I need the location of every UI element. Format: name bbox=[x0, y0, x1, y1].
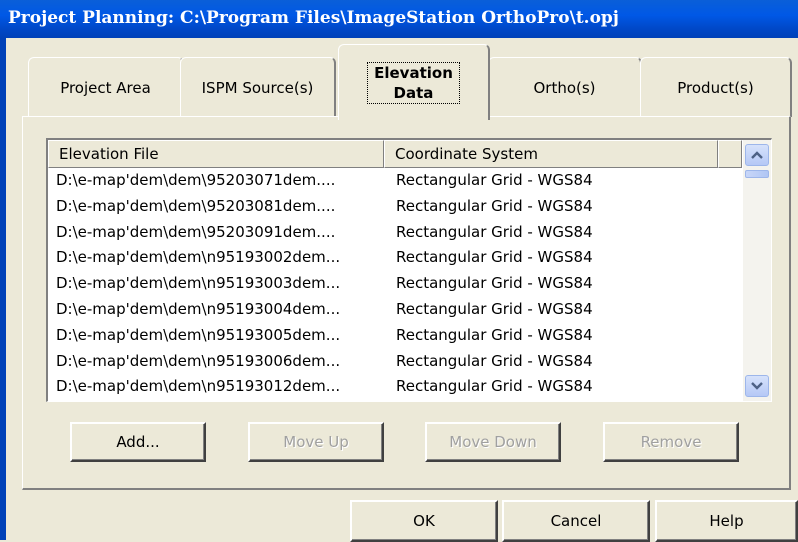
elevation-file-cell: D:\e-map'dem\dem\n95193003dem... bbox=[56, 274, 341, 293]
coordinate-system-cell: Rectangular Grid - WGS84 bbox=[396, 351, 593, 370]
elevation-file-list[interactable]: Elevation File Coordinate System D:\e-ma… bbox=[46, 138, 772, 402]
window-title: Project Planning: C:\Program Files\Image… bbox=[8, 8, 619, 28]
column-header-elevation-file[interactable]: Elevation File bbox=[48, 140, 384, 168]
coordinate-system-cell: Rectangular Grid - WGS84 bbox=[396, 171, 593, 189]
elevation-file-cell: D:\e-map'dem\dem\n95193005dem... bbox=[56, 325, 341, 344]
column-header-filler bbox=[718, 140, 742, 168]
elevation-file-cell: D:\e-map'dem\dem\n95193004dem... bbox=[56, 299, 341, 318]
elevation-file-cell: D:\e-map'dem\dem\n95193006dem... bbox=[56, 351, 341, 370]
tab-project-area[interactable]: Project Area bbox=[28, 57, 184, 117]
vertical-scrollbar[interactable] bbox=[743, 140, 771, 401]
coordinate-system-cell: Rectangular Grid - WGS84 bbox=[396, 325, 593, 344]
add-button[interactable]: Add... bbox=[70, 422, 206, 462]
help-button[interactable]: Help bbox=[655, 500, 798, 542]
elevation-file-cell: D:\e-map'dem\dem\n95193002dem... bbox=[56, 248, 341, 267]
window-frame-left bbox=[0, 38, 6, 540]
table-row[interactable]: D:\e-map'dem\dem\n95193003dem... Rectang… bbox=[48, 271, 742, 297]
tab-products[interactable]: Product(s) bbox=[640, 57, 792, 117]
move-up-button[interactable]: Move Up bbox=[248, 422, 384, 462]
coordinate-system-cell: Rectangular Grid - WGS84 bbox=[396, 222, 593, 241]
list-rows: D:\e-map'dem\dem\95203071dem.... Rectang… bbox=[48, 168, 742, 400]
move-down-button[interactable]: Move Down bbox=[425, 422, 561, 462]
coordinate-system-cell: Rectangular Grid - WGS84 bbox=[396, 274, 593, 293]
elevation-file-cell: D:\e-map'dem\dem\95203091dem.... bbox=[56, 222, 336, 241]
tab-label: Project Area bbox=[60, 78, 151, 97]
elevation-file-cell: D:\e-map'dem\dem\95203071dem.... bbox=[56, 171, 336, 189]
table-row[interactable]: D:\e-map'dem\dem\n95193004dem... Rectang… bbox=[48, 297, 742, 323]
table-row[interactable]: D:\e-map'dem\dem\n95193012dem... Rectang… bbox=[48, 374, 742, 400]
chevron-up-icon bbox=[751, 151, 763, 159]
scroll-down-button[interactable] bbox=[745, 375, 769, 397]
ok-button[interactable]: OK bbox=[350, 500, 498, 542]
title-bar[interactable]: Project Planning: C:\Program Files\Image… bbox=[0, 0, 798, 38]
remove-button[interactable]: Remove bbox=[603, 422, 739, 462]
table-row[interactable]: D:\e-map'dem\dem\n95193006dem... Rectang… bbox=[48, 349, 742, 375]
coordinate-system-cell: Rectangular Grid - WGS84 bbox=[396, 248, 593, 267]
dialog-window: Project Planning: C:\Program Files\Image… bbox=[0, 0, 798, 542]
tab-label: Product(s) bbox=[677, 78, 754, 97]
tab-label: Ortho(s) bbox=[533, 78, 596, 97]
elevation-file-cell: D:\e-map'dem\dem\n95193012dem... bbox=[56, 377, 341, 396]
cancel-button[interactable]: Cancel bbox=[502, 500, 650, 542]
tab-elevation-data[interactable]: Elevation Data bbox=[338, 44, 490, 120]
table-row[interactable]: D:\e-map'dem\dem\95203091dem.... Rectang… bbox=[48, 220, 742, 246]
table-row[interactable]: D:\e-map'dem\dem\95203071dem.... Rectang… bbox=[48, 168, 742, 194]
elevation-file-cell: D:\e-map'dem\dem\95203081dem.... bbox=[56, 196, 336, 215]
tab-label-line1: Elevation bbox=[374, 63, 453, 82]
tab-label-line2: Data bbox=[393, 83, 434, 102]
table-row[interactable]: D:\e-map'dem\dem\n95193002dem... Rectang… bbox=[48, 245, 742, 271]
coordinate-system-cell: Rectangular Grid - WGS84 bbox=[396, 377, 593, 396]
tab-label: ISPM Source(s) bbox=[201, 78, 314, 97]
coordinate-system-cell: Rectangular Grid - WGS84 bbox=[396, 196, 593, 215]
table-row[interactable]: D:\e-map'dem\dem\95203081dem.... Rectang… bbox=[48, 194, 742, 220]
tab-orthos[interactable]: Ortho(s) bbox=[488, 57, 642, 117]
scroll-up-button[interactable] bbox=[745, 144, 769, 166]
tab-label: Elevation Data bbox=[367, 61, 460, 104]
coordinate-system-cell: Rectangular Grid - WGS84 bbox=[396, 299, 593, 318]
column-header-coordinate-system[interactable]: Coordinate System bbox=[384, 140, 718, 168]
table-row[interactable]: D:\e-map'dem\dem\n95193005dem... Rectang… bbox=[48, 323, 742, 349]
scroll-thumb[interactable] bbox=[745, 170, 769, 178]
chevron-down-icon bbox=[751, 382, 763, 390]
tab-ispm-sources[interactable]: ISPM Source(s) bbox=[180, 57, 336, 117]
